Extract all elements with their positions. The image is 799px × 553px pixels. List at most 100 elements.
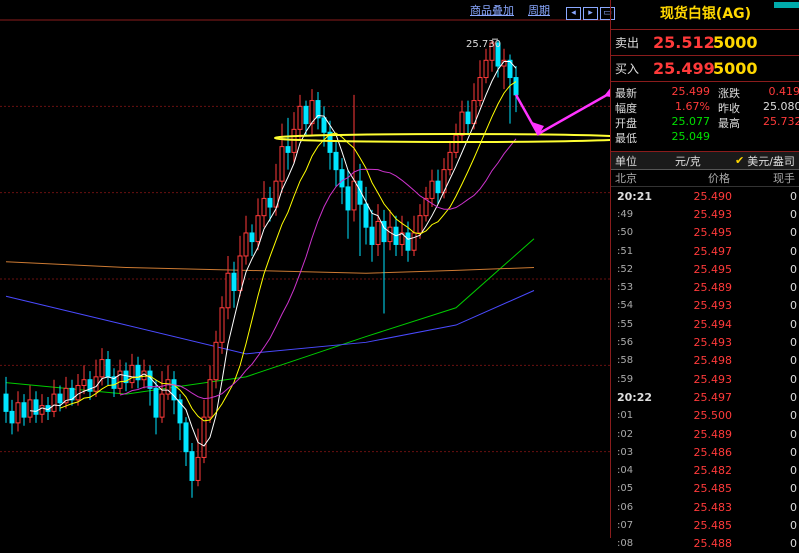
candle-body [237, 255, 243, 292]
tick-price: 25.493 [693, 372, 733, 386]
unit-option[interactable]: 美元/盎司 [744, 153, 795, 169]
unit-value[interactable]: 元/克 [675, 153, 735, 169]
tick-price: 25.493 [693, 207, 733, 221]
tick-row: :49 25.493 0 [611, 205, 799, 223]
candle-body [363, 203, 369, 228]
candle-body [351, 180, 357, 211]
tick-time: :06 [617, 501, 634, 513]
col-volume: 现手 [773, 172, 795, 185]
tick-time: :54 [617, 300, 634, 312]
candle-body [261, 197, 267, 217]
stats-block: 最新 25.499 涨跌 0.419 幅度 1.67% 昨收 25.080 开盘 25.077… [611, 82, 799, 151]
tick-row: :08 25.488 0 [611, 535, 799, 553]
sell-row: 卖出 25.512 5000 [611, 30, 799, 56]
unit-label: 单位 [615, 154, 637, 168]
tick-time: :04 [617, 465, 634, 477]
tick-price: 25.497 [693, 244, 733, 258]
tick-row: :04 25.482 0 [611, 461, 799, 479]
stat-row: 最新 25.499 涨跌 0.419 [615, 85, 799, 100]
candle-body [57, 393, 63, 404]
next-icon[interactable]: ▸ [583, 7, 598, 20]
tick-time: :59 [617, 373, 634, 385]
tick-price: 25.498 [693, 354, 733, 368]
tick-volume: 0 [790, 390, 797, 404]
title-bar-accent [774, 2, 799, 8]
overlay-link[interactable]: 商品叠加 [470, 2, 514, 18]
candle-body [411, 232, 417, 251]
candle-body [201, 416, 207, 458]
candle-body [27, 399, 33, 418]
candle-body [189, 451, 195, 481]
tick-volume: 0 [790, 427, 797, 441]
tick-time: :50 [617, 227, 634, 239]
candle-body [105, 359, 111, 378]
tick-row: :53 25.489 0 [611, 278, 799, 296]
unit-row: 单位 元/克 ✔ 美元/盎司 [611, 151, 799, 170]
tick-time: :02 [617, 428, 634, 440]
tick-row: :51 25.497 0 [611, 242, 799, 260]
candle-body [267, 197, 273, 208]
ticks-list: 20:21 25.490 0 :49 25.493 0 :50 25.495 0 :51 25.49… [611, 187, 799, 553]
candle-body [387, 226, 393, 243]
quote-panel: 现货白银(AG) 卖出 25.512 5000 买入 25.499 5000 最… [610, 0, 799, 550]
candle-body [195, 456, 201, 481]
tick-price: 25.486 [693, 445, 733, 459]
candle-body [231, 272, 237, 292]
prev-icon[interactable]: ◂ [566, 7, 581, 20]
tick-price: 25.495 [693, 262, 733, 276]
tick-row: 20:21 25.490 0 [611, 187, 799, 205]
candle-body [249, 232, 255, 243]
tick-volume: 0 [790, 409, 797, 423]
col-price: 价格 [708, 172, 730, 185]
ticks-header: 北京 价格 现手 [611, 170, 799, 187]
candle-body [141, 370, 147, 381]
tick-time: :01 [617, 410, 634, 422]
candle-body [153, 387, 159, 418]
tick-price: 25.482 [693, 464, 733, 478]
period-link[interactable]: 周期 [528, 2, 550, 18]
candle-body [417, 215, 423, 234]
tick-price: 25.483 [693, 500, 733, 514]
tick-volume: 0 [790, 244, 797, 258]
tick-volume: 0 [790, 317, 797, 331]
candle-body [3, 393, 9, 412]
candle-body [159, 393, 165, 418]
tick-row: :56 25.493 0 [611, 333, 799, 351]
sell-volume: 5000 [713, 33, 758, 52]
candle-body [243, 232, 249, 257]
tick-price: 25.489 [693, 281, 733, 295]
tick-time: :03 [617, 446, 634, 458]
tick-row: :58 25.498 0 [611, 352, 799, 370]
chart-toolbar: 商品叠加 周期 ◂ ▸ ▭ [470, 0, 615, 20]
tick-row: :01 25.500 0 [611, 407, 799, 425]
candle-body [291, 128, 297, 153]
tick-volume: 0 [790, 226, 797, 240]
tick-time: :55 [617, 318, 634, 330]
buy-price: 25.499 [653, 59, 715, 78]
tick-row: :54 25.493 0 [611, 297, 799, 315]
tick-time: :52 [617, 263, 634, 275]
tick-row: :02 25.489 0 [611, 425, 799, 443]
tick-row: :06 25.483 0 [611, 498, 799, 516]
candle-body [183, 422, 189, 453]
candle-body [81, 379, 87, 386]
candle-body [465, 111, 471, 125]
candle-body [279, 146, 285, 182]
tick-price: 25.488 [693, 537, 733, 551]
tick-time: :51 [617, 245, 634, 257]
candle-body [99, 359, 105, 378]
candle-body [513, 77, 519, 96]
tick-price: 25.485 [693, 482, 733, 496]
candle-body [483, 59, 489, 79]
col-time: 北京 [615, 172, 637, 185]
candlestick-chart[interactable]: 25.730 [0, 0, 610, 538]
candle-body [75, 384, 81, 401]
candle-body [117, 370, 123, 389]
tick-time: :49 [617, 208, 634, 220]
tick-price: 25.495 [693, 226, 733, 240]
tick-time: :07 [617, 519, 634, 531]
tick-time: 20:21 [617, 189, 653, 203]
tick-price: 25.497 [693, 390, 733, 404]
candle-body [459, 111, 465, 136]
tick-price: 25.489 [693, 427, 733, 441]
